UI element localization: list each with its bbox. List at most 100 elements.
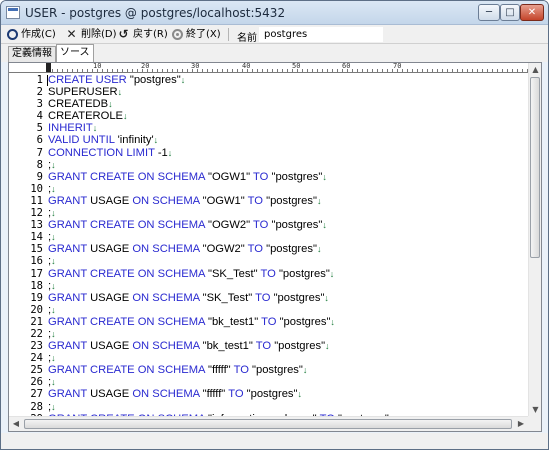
horizontal-scroll-thumb[interactable] bbox=[24, 419, 512, 429]
line-number: 8 bbox=[36, 158, 43, 171]
line-text: GRANT CREATE ON SCHEMA "OGW2" TO "postgr… bbox=[48, 219, 327, 231]
scroll-down-arrow-icon[interactable]: ▼ bbox=[529, 403, 542, 416]
code-line[interactable]: 15 GRANT USAGE ON SCHEMA "OGW2" TO "postg… bbox=[9, 243, 528, 255]
horizontal-scrollbar[interactable]: ◀ ▶ bbox=[9, 416, 528, 431]
create-button[interactable]: 作成(C) bbox=[7, 27, 56, 42]
code-line[interactable]: 24 ;↓ bbox=[9, 352, 528, 364]
revert-button[interactable]: ↺ 戻す(R) bbox=[117, 27, 167, 42]
sql-text: CREATEDB bbox=[48, 98, 109, 111]
code-line[interactable]: 5 INHERIT↓ bbox=[9, 122, 528, 134]
ruler-ticks bbox=[47, 63, 528, 72]
scroll-right-arrow-icon[interactable]: ▶ bbox=[514, 417, 528, 431]
sql-keyword: ON SCHEMA bbox=[132, 388, 203, 401]
code-line[interactable]: 22 ;↓ bbox=[9, 328, 528, 340]
code-area[interactable]: 1 CREATE USER "postgres"↓ 2 SUPERUSER ↓ 3 CREA… bbox=[9, 74, 528, 416]
toolbar: 作成(C) ✕ 削除(D) ↺ 戻す(R) 終了(X) 名前 bbox=[1, 25, 548, 44]
sql-text: "postgres" bbox=[246, 388, 298, 401]
code-line[interactable]: 23 GRANT USAGE ON SCHEMA "bk_test1" TO "p… bbox=[9, 340, 528, 352]
close-button[interactable]: ✕ bbox=[520, 4, 544, 21]
tab-definition[interactable]: 定義情報 bbox=[8, 46, 56, 62]
tab-source[interactable]: ソース bbox=[56, 44, 94, 62]
code-line[interactable]: 3 CREATEDB↓ bbox=[9, 98, 528, 110]
sql-text: USAGE bbox=[90, 291, 133, 304]
code-line[interactable]: 8 ;↓ bbox=[9, 159, 528, 171]
code-line[interactable]: 6 VALID UNTIL 'infinity'↓ bbox=[9, 134, 528, 146]
code-line[interactable]: 7 CONNECTION LIMIT -1↓ bbox=[9, 147, 528, 159]
sql-text: SUPERUSER bbox=[48, 86, 118, 99]
sql-keyword: CREATE USER bbox=[48, 74, 130, 86]
line-number: 19 bbox=[30, 291, 43, 304]
line-number: 28 bbox=[30, 400, 43, 413]
newline-marker-icon: ↓ bbox=[51, 183, 56, 194]
newline-marker-icon: ↓ bbox=[330, 316, 335, 327]
code-line[interactable]: 28 ;↓ bbox=[9, 401, 528, 413]
ruler-cursor-marker bbox=[46, 63, 51, 72]
code-line[interactable]: 13 GRANT CREATE ON SCHEMA "OGW2" TO "post… bbox=[9, 219, 528, 231]
name-field[interactable] bbox=[259, 27, 383, 42]
line-text: GRANT USAGE ON SCHEMA "bk_test1" TO "pos… bbox=[48, 340, 330, 352]
code-line[interactable]: 16 ;↓ bbox=[9, 255, 528, 267]
sql-text: "bk_test1" bbox=[202, 340, 256, 353]
newline-marker-icon: ↓ bbox=[51, 304, 56, 315]
code-line[interactable]: 14 ;↓ bbox=[9, 231, 528, 243]
code-line[interactable]: 20 ;↓ bbox=[9, 304, 528, 316]
newline-marker-icon: ↓ bbox=[322, 171, 327, 182]
exit-button[interactable]: 終了(X) bbox=[172, 27, 221, 42]
code-line[interactable]: 1 CREATE USER "postgres"↓ bbox=[9, 74, 528, 86]
vertical-scroll-thumb[interactable] bbox=[530, 77, 540, 258]
line-text: GRANT USAGE ON SCHEMA "OGW2" TO "postgre… bbox=[48, 243, 321, 255]
code-line[interactable]: 12 ;↓ bbox=[9, 207, 528, 219]
sql-text: "OGW2" bbox=[207, 219, 254, 232]
sql-keyword: GRANT CREATE ON SCHEMA bbox=[48, 267, 208, 280]
title-bar[interactable]: USER - postgres @ postgres/localhost:543… bbox=[1, 1, 548, 25]
code-line[interactable]: 19 GRANT USAGE ON SCHEMA "SK_Test" TO "po… bbox=[9, 292, 528, 304]
code-line[interactable]: 9 GRANT CREATE ON SCHEMA "OGW1" TO "postg… bbox=[9, 171, 528, 183]
sql-text: "postgres" bbox=[266, 194, 317, 207]
delete-x-icon: ✕ bbox=[66, 27, 77, 41]
sql-text: "fffff" bbox=[207, 364, 234, 377]
line-number: 14 bbox=[30, 231, 43, 244]
newline-marker-icon: ↓ bbox=[92, 123, 98, 134]
scroll-left-arrow-icon[interactable]: ◀ bbox=[9, 417, 23, 431]
code-line[interactable]: 4 CREATEROLE↓ bbox=[9, 110, 528, 122]
line-text: GRANT USAGE ON SCHEMA "fffff" TO "postgr… bbox=[48, 388, 302, 400]
vertical-scrollbar[interactable]: ▲ ▼ bbox=[528, 63, 541, 416]
code-line[interactable]: 17 GRANT CREATE ON SCHEMA "SK_Test" TO "p… bbox=[9, 268, 528, 280]
code-line[interactable]: 21 GRANT CREATE ON SCHEMA "bk_test1" TO "… bbox=[9, 316, 528, 328]
sql-text: "postgres" bbox=[252, 364, 303, 377]
sql-text: "OGW2" bbox=[202, 243, 248, 256]
line-number: 18 bbox=[30, 279, 43, 292]
minimize-button[interactable]: ─ bbox=[478, 4, 500, 21]
sql-text: "postgres" bbox=[278, 267, 330, 280]
line-number: 4 bbox=[36, 110, 43, 123]
sql-text: "bk_test1" bbox=[207, 315, 262, 328]
sql-keyword: GRANT bbox=[48, 243, 91, 256]
delete-button[interactable]: ✕ 削除(D) bbox=[65, 27, 116, 42]
sql-keyword: GRANT bbox=[48, 340, 91, 353]
code-line[interactable]: 27 GRANT USAGE ON SCHEMA "fffff" TO "post… bbox=[9, 388, 528, 400]
sql-keyword: GRANT CREATE ON SCHEMA bbox=[48, 315, 208, 328]
editor-window: USER - postgres @ postgres/localhost:543… bbox=[0, 0, 549, 450]
sql-keyword: TO bbox=[253, 219, 272, 232]
sql-keyword: GRANT CREATE ON SCHEMA bbox=[48, 219, 208, 232]
source-editor[interactable]: 10 20 30 40 50 60 70 1 CREATE USER "postg… bbox=[8, 62, 542, 432]
line-number: 2 bbox=[36, 86, 43, 99]
code-line[interactable]: 10 ;↓ bbox=[9, 183, 528, 195]
line-text: ;↓ bbox=[48, 231, 56, 243]
stop-icon bbox=[172, 29, 183, 40]
code-line[interactable]: 25 GRANT CREATE ON SCHEMA "fffff" TO "pos… bbox=[9, 364, 528, 376]
code-line[interactable]: 2 SUPERUSER↓ bbox=[9, 86, 528, 98]
line-text: ;↓ bbox=[48, 207, 56, 219]
code-line[interactable]: 18 ;↓ bbox=[9, 280, 528, 292]
code-line[interactable]: 11 GRANT USAGE ON SCHEMA "OGW1" TO "postg… bbox=[9, 195, 528, 207]
ruler-mark: 30 bbox=[191, 63, 200, 70]
maximize-button[interactable]: □ bbox=[500, 4, 520, 21]
code-line[interactable]: 26 ;↓ bbox=[9, 376, 528, 388]
line-number: 20 bbox=[30, 303, 43, 316]
sql-text: "postgres" bbox=[266, 243, 317, 256]
sql-keyword: ON SCHEMA bbox=[132, 291, 203, 304]
scroll-up-arrow-icon[interactable]: ▲ bbox=[529, 63, 542, 76]
line-number: 7 bbox=[36, 146, 43, 159]
sql-keyword: TO bbox=[233, 364, 253, 377]
sql-keyword: GRANT bbox=[48, 291, 91, 304]
